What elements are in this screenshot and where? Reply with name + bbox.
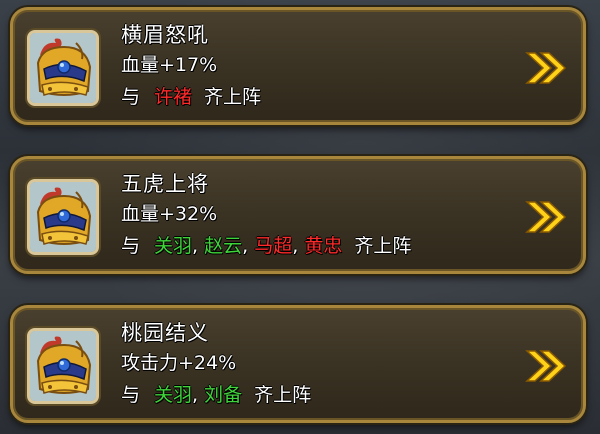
- combo-title: 桃园结义: [121, 321, 209, 345]
- avatar: [27, 179, 99, 255]
- hero-name: 关羽: [154, 384, 193, 406]
- helmet-portrait-icon: [30, 331, 96, 401]
- hero-name: 许褚: [154, 86, 193, 108]
- hero-name: 马超: [254, 235, 293, 257]
- hero-separator: ,: [242, 235, 249, 257]
- lineup-suffix: 齐上阵: [254, 384, 312, 406]
- combo-lineup: 与关羽, 刘备 齐上阵: [121, 382, 311, 408]
- lineup-suffix: 齐上阵: [354, 235, 412, 257]
- hero-separator: ,: [192, 235, 199, 257]
- helmet-portrait-icon: [30, 33, 96, 103]
- hero-name: 黄忠: [304, 235, 343, 257]
- hero-separator: ,: [192, 384, 199, 406]
- combo-card-3[interactable]: 桃园结义 攻击力+24% 与关羽, 刘备 齐上阵: [10, 305, 586, 423]
- combo-bonus: 攻击力+24%: [121, 352, 237, 374]
- hero-name: 赵云: [204, 235, 243, 257]
- avatar: [27, 30, 99, 106]
- double-chevron-right-icon[interactable]: [523, 348, 569, 384]
- helmet-portrait-icon: [30, 182, 96, 252]
- hero-name: 刘备: [204, 384, 243, 406]
- combo-lineup: 与关羽, 赵云, 马超, 黄忠 齐上阵: [121, 233, 411, 259]
- combo-lineup: 与许褚 齐上阵: [121, 84, 261, 110]
- double-chevron-right-icon[interactable]: [523, 50, 569, 86]
- combo-bonus: 血量+32%: [121, 203, 218, 225]
- combo-bonus: 血量+17%: [121, 54, 218, 76]
- lineup-prefix: 与: [121, 235, 141, 257]
- lineup-suffix: 齐上阵: [204, 86, 262, 108]
- combo-card-2[interactable]: 五虎上将 血量+32% 与关羽, 赵云, 马超, 黄忠 齐上阵: [10, 156, 586, 274]
- hero-name: 关羽: [154, 235, 193, 257]
- combo-title: 五虎上将: [121, 172, 209, 196]
- double-chevron-right-icon[interactable]: [523, 199, 569, 235]
- combo-title: 横眉怒吼: [121, 23, 209, 47]
- combo-card-1[interactable]: 横眉怒吼 血量+17% 与许褚 齐上阵: [10, 7, 586, 125]
- lineup-prefix: 与: [121, 86, 141, 108]
- hero-separator: ,: [292, 235, 299, 257]
- avatar: [27, 328, 99, 404]
- lineup-prefix: 与: [121, 384, 141, 406]
